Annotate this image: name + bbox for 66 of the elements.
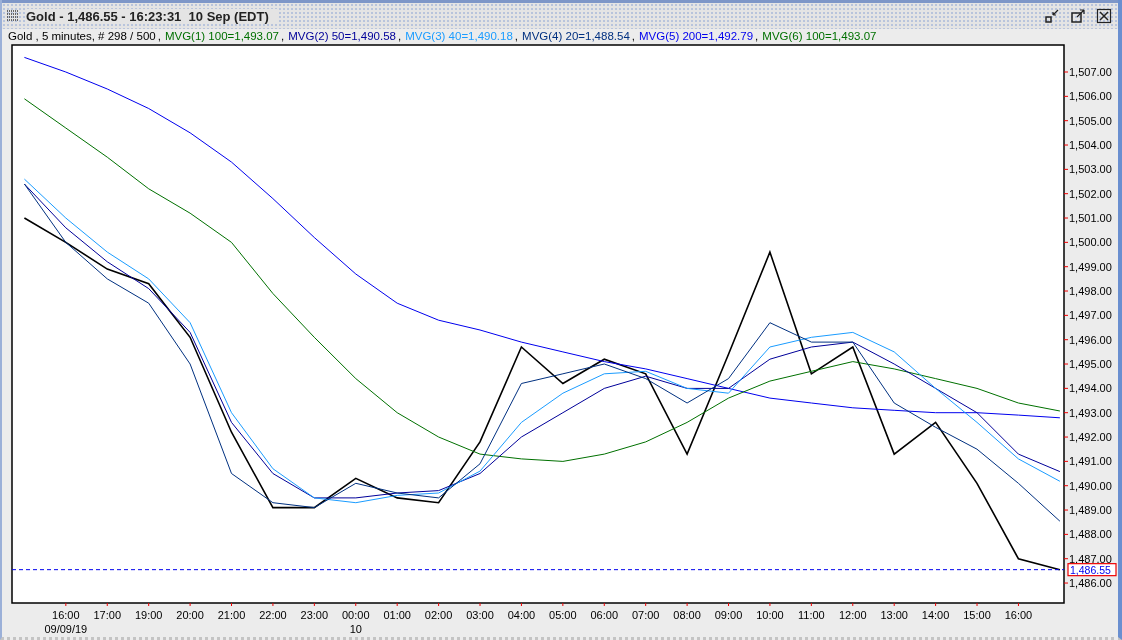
axis-tick-label: 1,502.00 [1069,187,1112,200]
axis-tick-label: 01:00 [383,609,411,621]
window-title: Gold - 1,486.55 - 16:23:31 10 Sep (EDT) [26,8,277,24]
legend-separator: , [397,30,402,42]
axis-tick-label: 05:00 [549,609,577,621]
axis-tick-label: 22:00 [259,609,287,621]
axis-tick-label: 1,486.00 [1069,577,1112,590]
maximize-button[interactable] [1068,7,1088,25]
axis-tick-label: 20:00 [176,609,204,621]
axis-tick-label: 06:00 [590,609,619,621]
axis-tick-label: 19:00 [134,609,163,621]
axis-tick-label: 1,503.00 [1069,163,1112,176]
legend-item: MVG(5) 200=1,492.79 [639,30,754,42]
grip-icon [6,10,20,22]
axis-tick-label: 1,497.00 [1069,309,1112,322]
legend-separator: , [281,30,285,42]
axis-tick-label: 08:00 [673,609,701,621]
axis-tick-label: 11:00 [798,609,825,621]
axis-tick-label: 14:00 [921,609,950,621]
axis-tick-label: 12:00 [839,609,867,621]
axis-tick-label: 1,491.00 [1069,455,1112,468]
legend-item: Gold , 5 minutes, # 298 / 500 [8,30,156,42]
axis-tick-label: 1,495.00 [1069,358,1112,371]
axis-tick-label: 1,504.00 [1069,139,1112,151]
axis-tick-label: 16:00 [1004,609,1033,621]
axis-tick-label: 17:00 [93,609,122,621]
axis-tick-label: 1,487.00 [1069,552,1112,565]
axis-tick-label: 1,493.00 [1069,406,1112,419]
axis-tick-label: 23:00 [300,609,329,621]
close-button[interactable] [1094,7,1114,25]
axis-tick-label: 21:00 [217,609,246,621]
legend-item: MVG(3) 40=1,490.18 [405,30,513,42]
axis-tick-label: 1,490.00 [1069,479,1112,492]
legend-separator: , [631,30,635,42]
axis-tick-label: 1,500.00 [1069,236,1112,249]
axis-tick-label: 1,494.00 [1069,382,1112,395]
axis-tick-label: 1,492.00 [1069,431,1112,444]
axis-tick-label: 1,501.00 [1069,212,1112,224]
axis-tick-label: 1,499.00 [1069,260,1112,273]
axis-tick-label: 1,498.00 [1069,285,1112,298]
date-label: 10 [349,623,362,635]
axis-tick-label: 1,496.00 [1069,333,1112,346]
legend-separator: , [755,30,759,42]
legend-separator: , [514,30,519,42]
axis-tick-label: 15:00 [963,609,991,621]
axis-tick-label: 02:00 [424,609,453,621]
legend-item: MVG(6) 100=1,493.07 [762,30,877,42]
date-label: 09/09/19 [44,623,88,635]
axis-tick-label: 07:00 [631,609,660,621]
legend-separator: , [157,30,161,42]
axis-tick-label: 16:00 [52,609,80,621]
axis-tick-label: 1,489.00 [1069,504,1112,517]
axis-tick-label: 04:00 [507,609,536,621]
axis-tick-label: 1,507.00 [1069,66,1112,78]
axis-tick-label: 13:00 [880,609,908,621]
legend-item: MVG(4) 20=1,488.54 [522,30,630,42]
axis-tick-label: 10:00 [756,609,784,621]
axis-tick-label: 1,506.00 [1069,90,1112,103]
price-label: 1,486.55 [1067,563,1117,577]
axis-tick-label: 1,505.00 [1069,114,1112,127]
axis-tick-label: 00:00 [342,609,370,621]
legend-item: MVG(1) 100=1,493.07 [164,30,279,42]
axis-tick-label: 03:00 [466,609,494,621]
legend-item: MVG(2) 50=1,490.58 [288,30,396,42]
axis-tick-label: 09:00 [714,609,743,621]
axis-tick-label: 1,488.00 [1069,528,1112,541]
